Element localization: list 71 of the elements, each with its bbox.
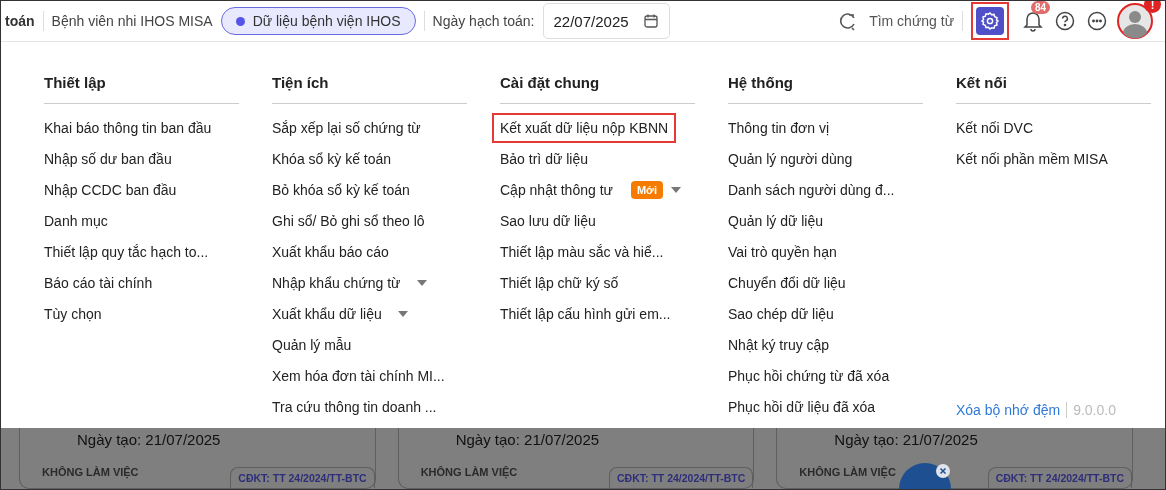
menu-item[interactable]: Thiết lập quy tắc hạch to... (36, 236, 217, 267)
caret-icon[interactable] (670, 186, 681, 193)
module-name: toán (5, 13, 35, 29)
menu-item[interactable]: Vai trò quyền hạn (720, 236, 845, 267)
standard-tag: CĐKT: TT 24/2024/TT-BTC (987, 467, 1132, 488)
menu-item[interactable]: Sao lưu dữ liệu (492, 205, 604, 236)
menu-item[interactable]: Ghi sổ/ Bỏ ghi sổ theo lô (264, 205, 433, 236)
menu-section-title: Cài đặt chung (500, 74, 695, 104)
status-label: KHÔNG LÀM VIỆC (798, 466, 896, 481)
standard-tag: CĐKT: TT 24/2024/TT-BTC (609, 467, 754, 488)
menu-item[interactable]: Phục hồi dữ liệu đã xóa (720, 391, 884, 422)
date-field[interactable]: 22/07/2025 (542, 3, 670, 39)
caret-icon[interactable] (397, 310, 408, 317)
standard-tag: CĐKT: TT 24/2024/TT-BTC (230, 467, 375, 488)
calendar-icon (642, 13, 659, 29)
avatar[interactable] (1117, 3, 1153, 39)
menu-item[interactable]: Kết nối DVC (948, 112, 1042, 143)
menu-item[interactable]: Kết xuất dữ liệu nộp KBNN (492, 112, 677, 143)
menu-item[interactable]: Xuất khẩu báo cáo (264, 236, 397, 267)
menu-item[interactable]: Phục hồi chứng từ đã xóa (720, 360, 898, 391)
menu-item[interactable]: Chuyển đổi dữ liệu (720, 267, 854, 298)
menu-item[interactable]: Quản lý mẫu (264, 329, 360, 360)
menu-item[interactable]: Bỏ khóa sổ kỳ kế toán (264, 174, 418, 205)
date-label: Ngày hạch toán: (432, 13, 535, 29)
created-date: Ngày tạo: 21/07/2025 (833, 430, 979, 448)
settings-icon (980, 11, 1000, 31)
created-date: Ngày tạo: 21/07/2025 (76, 430, 222, 448)
status-label: KHÔNG LÀM VIỆC (419, 466, 518, 481)
menu-item[interactable]: Báo cáo tài chính (36, 267, 161, 298)
menu-item[interactable]: Khóa sổ kỳ kế toán (264, 143, 400, 174)
menu-item[interactable]: Kết nối phần mềm MISA (948, 143, 1116, 174)
menu-section-title: Thiết lập (44, 74, 239, 104)
menu-item[interactable]: Quản lý dữ liệu (720, 205, 831, 236)
alert-badge: ! (1144, 1, 1161, 13)
menu-item[interactable]: Danh sách người dùng đ... (720, 174, 903, 205)
menu-item[interactable]: Nhập khẩu chứng từ (264, 267, 409, 298)
menu-item[interactable]: Danh mục (36, 205, 116, 236)
menu-section-title: Hệ thống (728, 74, 923, 104)
new-badge: Mới (630, 180, 663, 199)
menu-item[interactable]: Xem hóa đơn tài chính MI... (264, 360, 453, 391)
search-button[interactable]: Tìm chứng từ (837, 10, 954, 32)
menu-section-title: Kết nối (956, 74, 1151, 104)
settings-button[interactable] (971, 2, 1009, 40)
help-icon[interactable] (1055, 11, 1075, 31)
menu-item[interactable]: Thiết lập cấu hình gửi em... (492, 298, 679, 329)
status-label: KHÔNG LÀM VIỆC (41, 466, 139, 481)
menu-item[interactable]: Sao chép dữ liệu (720, 298, 842, 329)
menu-item[interactable]: Tùy chọn (36, 298, 110, 329)
menu-item[interactable]: Nhật ký truy cập (720, 329, 838, 360)
menu-item[interactable]: Thiết lập chữ ký số (492, 267, 627, 298)
bell-icon[interactable] (1023, 10, 1043, 32)
menu-item[interactable]: Bảo trì dữ liệu (492, 143, 596, 174)
menu-item[interactable]: Khai báo thông tin ban đầu (36, 112, 220, 143)
unit-name: Bệnh viên nhi IHOS MISA (51, 13, 213, 29)
notification-badge: 84 (1031, 1, 1051, 14)
menu-item[interactable]: Sắp xếp lại số chứng từ (264, 112, 429, 143)
created-date: Ngày tạo: 21/07/2025 (454, 430, 601, 448)
clear-cache-link[interactable]: Xóa bộ nhớ đệm (956, 402, 1061, 418)
menu-item[interactable]: Nhập số dư ban đầu (36, 143, 180, 174)
menu-item[interactable]: Tra cứu thông tin doanh ... (264, 391, 445, 422)
more-icon[interactable] (1087, 11, 1107, 31)
caret-icon[interactable] (416, 279, 427, 286)
menu-item[interactable]: Thông tin đơn vị (720, 112, 837, 143)
menu-item[interactable]: Nhập CCDC ban đầu (36, 174, 185, 205)
menu-item[interactable]: Xuất khẩu dữ liệu (264, 298, 390, 329)
version-label: 9.0.0.0 (1073, 402, 1116, 418)
menu-item[interactable]: Cập nhật thông tư (492, 174, 621, 205)
menu-item[interactable]: Quản lý người dùng (720, 143, 861, 174)
menu-section-title: Tiện ích (272, 74, 467, 104)
menu-item[interactable]: Thiết lập màu sắc và hiể... (492, 236, 672, 267)
database-pill[interactable]: Dữ liệu bệnh viện IHOS (220, 7, 416, 35)
